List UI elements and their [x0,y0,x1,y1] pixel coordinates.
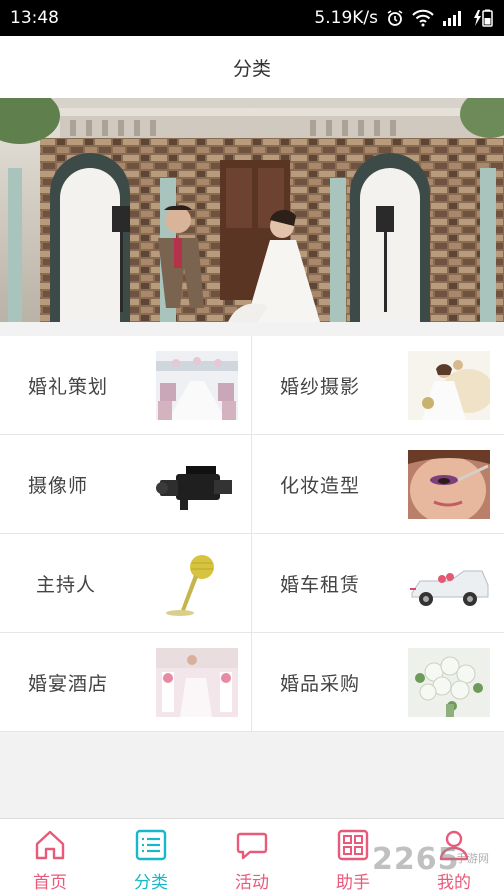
category-label: 摄像师 [28,475,89,497]
category-label: 主持人 [36,574,97,596]
list-icon [135,829,167,861]
tab-activity[interactable]: 活动 [202,819,302,896]
watermark-caption: 手游网 [456,852,489,865]
tab-home[interactable]: 首页 [0,819,100,896]
category-label: 化妆造型 [280,475,361,497]
category-grid: 婚礼策划 婚纱摄影 摄像师 化妆造型 主持人 婚车租赁 婚宴酒店 婚品采购 [0,336,504,732]
battery-charging-icon [472,9,494,27]
chat-bubble-icon [236,832,268,860]
makeup-thumbnail [408,450,490,519]
category-host[interactable]: 主持人 [0,534,252,633]
tab-label: 活动 [235,873,269,893]
bride-photo-thumbnail [408,351,490,420]
category-wedding-planning[interactable]: 婚礼策划 [0,336,252,435]
microphone-thumbnail [156,549,238,618]
tab-label: 助手 [336,873,370,893]
tab-label: 分类 [134,873,168,893]
grid-icon [337,829,369,861]
category-wedding-supplies[interactable]: 婚品采购 [252,633,504,732]
banner-carousel[interactable] [0,98,504,322]
signal-icon [442,10,464,26]
category-wedding-photography[interactable]: 婚纱摄影 [252,336,504,435]
category-videographer[interactable]: 摄像师 [0,435,252,534]
category-label: 婚礼策划 [28,376,109,398]
home-icon [35,830,65,860]
alarm-icon [386,9,404,27]
banquet-hall-thumbnail [156,648,238,717]
category-makeup-styling[interactable]: 化妆造型 [252,435,504,534]
title-bar: 分类 [0,36,504,98]
tab-category[interactable]: 分类 [101,819,201,896]
category-label: 婚纱摄影 [280,376,361,398]
category-wedding-car-rental[interactable]: 婚车租赁 [252,534,504,633]
category-label: 婚品采购 [280,673,361,695]
status-bar: 13:48 5.19K/s [0,0,504,36]
status-time: 13:48 [10,8,59,28]
banner-image [0,98,504,322]
wifi-icon [412,9,434,27]
net-speed: 5.19K/s [314,8,378,28]
category-label: 婚车租赁 [280,574,361,596]
video-camera-thumbnail [156,450,238,519]
watermark-logo: 2265 [372,842,460,877]
bouquet-thumbnail [408,648,490,717]
category-banquet-hotel[interactable]: 婚宴酒店 [0,633,252,732]
tab-label: 首页 [33,873,67,893]
wedding-hall-thumbnail [156,351,238,420]
category-label: 婚宴酒店 [28,673,109,695]
wedding-car-thumbnail [408,549,490,618]
page-title: 分类 [232,57,271,80]
